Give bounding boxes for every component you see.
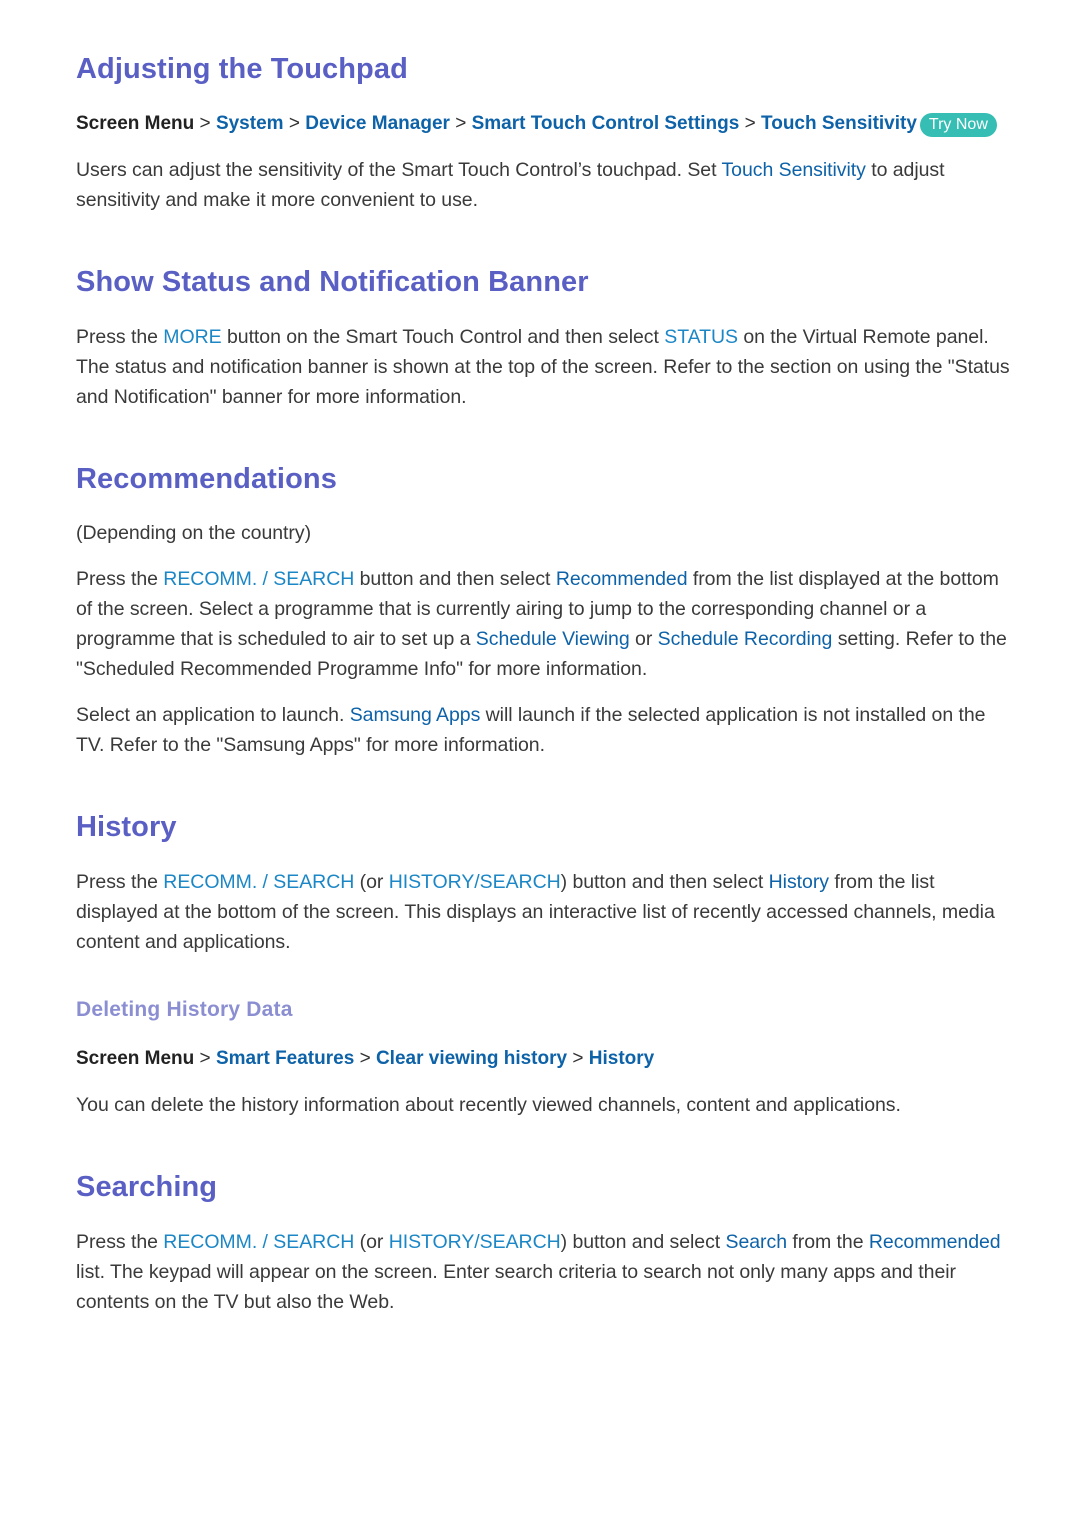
paragraph-recommendations-1: Press the RECOMM. / SEARCH button and th… [76, 564, 1018, 684]
breadcrumb-separator: > [744, 112, 756, 134]
link-schedule-recording[interactable]: Schedule Recording [658, 628, 833, 650]
breadcrumb-separator: > [288, 112, 300, 134]
link-more-button[interactable]: MORE [163, 326, 221, 348]
breadcrumb-root: Screen Menu [76, 112, 195, 134]
link-recomm-search-button[interactable]: RECOMM. / SEARCH [163, 1231, 354, 1253]
breadcrumb-item-smart-touch-control-settings[interactable]: Smart Touch Control Settings [472, 113, 740, 134]
section-heading-status-banner: Show Status and Notification Banner [76, 265, 589, 298]
breadcrumb-separator: > [572, 1048, 584, 1070]
section-heading-touchpad: Adjusting the Touchpad [76, 53, 408, 85]
breadcrumb-item-system[interactable]: System [216, 113, 284, 134]
text-fragment: (or [354, 871, 389, 894]
link-recommended[interactable]: Recommended [556, 568, 688, 590]
link-touch-sensitivity[interactable]: Touch Sensitivity [721, 159, 865, 181]
text-fragment: Select an application to launch. [76, 704, 350, 727]
breadcrumb-touchpad: Screen Menu > System > Device Manager > … [76, 109, 1018, 139]
document-page: Adjusting the Touchpad Screen Menu > Sys… [0, 0, 1080, 1527]
breadcrumb-item-touch-sensitivity[interactable]: Touch Sensitivity [761, 113, 917, 134]
paragraph-searching: Press the RECOMM. / SEARCH (or HISTORY/S… [76, 1227, 1018, 1317]
paragraph-status-banner: Press the MORE button on the Smart Touch… [76, 322, 1018, 412]
link-samsung-apps[interactable]: Samsung Apps [350, 704, 481, 726]
text-fragment: ) button and select [560, 1231, 726, 1254]
paragraph-touchpad: Users can adjust the sensitivity of the … [76, 155, 1018, 215]
link-status[interactable]: STATUS [664, 326, 738, 348]
text-fragment: Press the [76, 325, 164, 348]
breadcrumb-item-clear-viewing-history[interactable]: Clear viewing history [376, 1048, 567, 1069]
link-recommended[interactable]: Recommended [869, 1231, 1001, 1253]
note-depending-on-country: (Depending on the country) [76, 522, 312, 545]
link-history-search-button[interactable]: HISTORY/SEARCH [389, 1231, 561, 1253]
paragraph-deleting-history-data: You can delete the history information a… [76, 1094, 901, 1117]
text-fragment: Press the [76, 1231, 164, 1254]
paragraph-history: Press the RECOMM. / SEARCH (or HISTORY/S… [76, 867, 1018, 957]
link-search[interactable]: Search [726, 1231, 788, 1253]
text-fragment: or [629, 628, 658, 651]
link-recomm-search-button[interactable]: RECOMM. / SEARCH [163, 871, 354, 893]
breadcrumb-separator: > [455, 112, 467, 134]
breadcrumb-item-history[interactable]: History [589, 1048, 654, 1069]
breadcrumb-separator: > [359, 1048, 371, 1070]
breadcrumb-separator: > [199, 1048, 211, 1070]
text-fragment: Press the [76, 871, 164, 894]
link-history-search-button[interactable]: HISTORY/SEARCH [389, 871, 561, 893]
subsection-heading-deleting-history-data: Deleting History Data [76, 998, 293, 1022]
breadcrumb-item-device-manager[interactable]: Device Manager [305, 113, 450, 134]
paragraph-recommendations-2: Select an application to launch. Samsung… [76, 700, 1018, 760]
breadcrumb-item-smart-features[interactable]: Smart Features [216, 1048, 354, 1069]
link-recomm-search-button[interactable]: RECOMM. / SEARCH [163, 568, 354, 590]
link-history[interactable]: History [769, 871, 829, 893]
breadcrumb-root: Screen Menu [76, 1048, 195, 1070]
breadcrumb-deleting-history: Screen Menu > Smart Features > Clear vie… [76, 1044, 1018, 1074]
section-heading-history: History [76, 811, 177, 844]
text-fragment: (or [354, 1231, 389, 1254]
text-fragment: button and then select [354, 568, 556, 591]
section-heading-recommendations: Recommendations [76, 462, 337, 495]
text-fragment: ) button and then select [560, 871, 769, 894]
text-fragment: Users can adjust the sensitivity of the … [76, 158, 722, 181]
text-fragment: list. The keypad will appear on the scre… [76, 1261, 956, 1314]
text-fragment: from the [787, 1231, 869, 1254]
text-fragment: Press the [76, 568, 164, 591]
text-fragment: button on the Smart Touch Control and th… [221, 325, 665, 348]
try-now-badge[interactable]: Try Now [919, 112, 997, 137]
section-heading-searching: Searching [76, 1171, 218, 1204]
link-schedule-viewing[interactable]: Schedule Viewing [476, 628, 630, 650]
breadcrumb-separator: > [199, 112, 211, 134]
